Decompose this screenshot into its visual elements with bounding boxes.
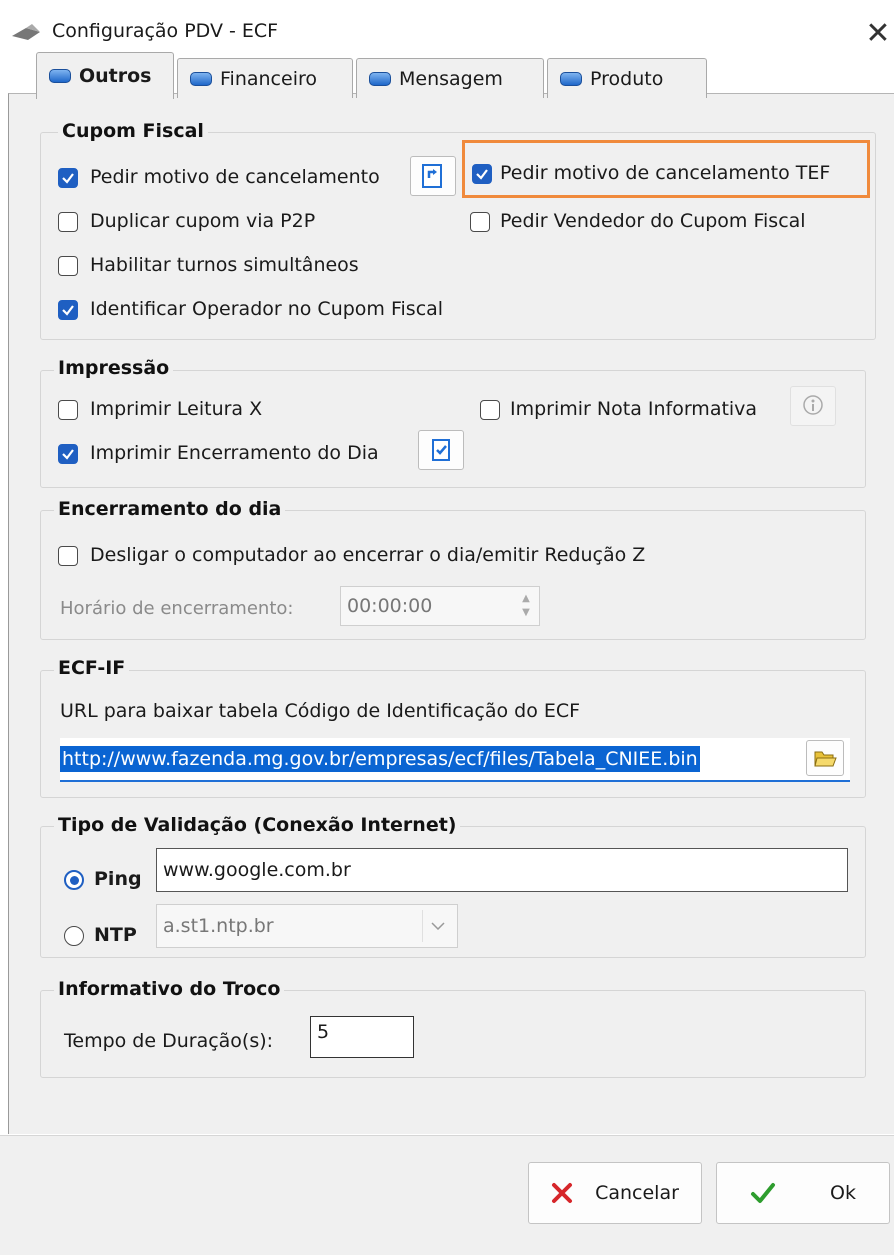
ntp-radio[interactable] (64, 926, 84, 946)
encerramento-dia-label: Imprimir Encerramento do Dia (90, 442, 379, 464)
ok-label: Ok (830, 1182, 856, 1204)
tab-label: Outros (79, 65, 152, 87)
cupom-fiscal-title: Cupom Fiscal (58, 120, 208, 142)
impressao-group (40, 370, 866, 488)
tempo-value: 5 (317, 1021, 330, 1043)
horario-input[interactable]: 00:00:00 (340, 586, 540, 626)
pedir-motivo-tef-checkbox[interactable] (472, 164, 492, 184)
spinner-down-icon[interactable]: ▼ (522, 606, 530, 620)
tempo-input[interactable]: 5 (310, 1016, 414, 1058)
ok-button[interactable]: Ok (716, 1162, 890, 1224)
info-icon (803, 395, 823, 415)
tab-outros[interactable]: Outros (36, 52, 174, 99)
close-button[interactable]: ✕ (862, 14, 894, 54)
ping-radio[interactable] (64, 870, 84, 890)
url-value: http://www.fazenda.mg.gov.br/empresas/ec… (60, 746, 700, 772)
ntp-label: NTP (94, 924, 137, 946)
tab-mensagem[interactable]: Mensagem (356, 58, 544, 98)
ntp-server-value: a.st1.ntp.br (163, 915, 274, 937)
horario-label: Horário de encerramento: (60, 598, 294, 619)
ping-label: Ping (94, 868, 142, 890)
cancel-label: Cancelar (595, 1182, 679, 1204)
cancel-button[interactable]: Cancelar (528, 1162, 702, 1224)
horario-value: 00:00:00 (347, 595, 433, 617)
tab-icon (190, 71, 212, 86)
document-arrow-icon (422, 164, 442, 188)
tab-label: Produto (590, 67, 664, 90)
app-icon (10, 22, 42, 44)
ecf-if-title: ECF-IF (54, 657, 130, 679)
duplicar-cupom-label: Duplicar cupom via P2P (90, 210, 316, 232)
encerramento-config-button[interactable] (418, 430, 464, 470)
encerramento-title: Encerramento do dia (54, 498, 286, 520)
ping-host-input[interactable]: www.google.com.br (156, 848, 848, 892)
checkmark-icon (751, 1183, 776, 1203)
turnos-label: Habilitar turnos simultâneos (90, 254, 359, 276)
tab-icon (49, 69, 71, 83)
pedir-motivo-tef-label: Pedir motivo de cancelamento TEF (500, 162, 831, 184)
close-icon (552, 1183, 573, 1203)
tab-icon (560, 71, 582, 86)
ntp-dropdown-button[interactable] (422, 910, 453, 942)
tab-financeiro[interactable]: Financeiro (177, 58, 353, 98)
open-folder-button[interactable] (806, 740, 844, 776)
identificar-operador-label: Identificar Operador no Cupom Fiscal (90, 298, 444, 320)
pedir-vendedor-label: Pedir Vendedor do Cupom Fiscal (500, 210, 806, 232)
document-check-icon (432, 439, 450, 461)
info-button[interactable] (790, 386, 836, 426)
url-label: URL para baixar tabela Código de Identif… (60, 700, 581, 722)
folder-open-icon (814, 751, 837, 767)
spinner-up-icon[interactable]: ▲ (522, 592, 530, 606)
window-title: Configuração PDV - ECF (52, 20, 279, 42)
turnos-checkbox[interactable] (58, 256, 78, 276)
duplicar-cupom-checkbox[interactable] (58, 212, 78, 232)
nota-informativa-checkbox[interactable] (480, 400, 500, 420)
troco-title: Informativo do Troco (54, 978, 285, 1000)
pedir-motivo-label: Pedir motivo de cancelamento (90, 166, 380, 188)
leitura-x-label: Imprimir Leitura X (90, 398, 263, 420)
horario-spinner[interactable]: ▲ ▼ (514, 588, 538, 624)
url-input[interactable]: http://www.fazenda.mg.gov.br/empresas/ec… (60, 738, 850, 782)
pedir-motivo-checkbox[interactable] (58, 168, 78, 188)
ntp-server-select[interactable]: a.st1.ntp.br (156, 904, 458, 948)
leitura-x-checkbox[interactable] (58, 400, 78, 420)
desligar-label: Desligar o computador ao encerrar o dia/… (90, 544, 646, 566)
tempo-label: Tempo de Duração(s): (64, 1030, 274, 1052)
tab-label: Mensagem (399, 67, 503, 90)
validacao-title: Tipo de Validação (Conexão Internet) (54, 814, 461, 836)
impressao-title: Impressão (54, 357, 174, 379)
identificar-operador-checkbox[interactable] (58, 300, 78, 320)
tab-label: Financeiro (220, 67, 317, 90)
encerramento-dia-checkbox[interactable] (58, 444, 78, 464)
nota-informativa-label: Imprimir Nota Informativa (510, 398, 758, 420)
ping-host-value: www.google.com.br (163, 859, 351, 881)
tab-icon (369, 71, 391, 86)
pedir-vendedor-checkbox[interactable] (470, 212, 490, 232)
desligar-checkbox[interactable] (58, 546, 78, 566)
tab-produto[interactable]: Produto (547, 58, 707, 98)
motivo-config-button[interactable] (410, 156, 456, 196)
chevron-down-icon (431, 922, 445, 930)
